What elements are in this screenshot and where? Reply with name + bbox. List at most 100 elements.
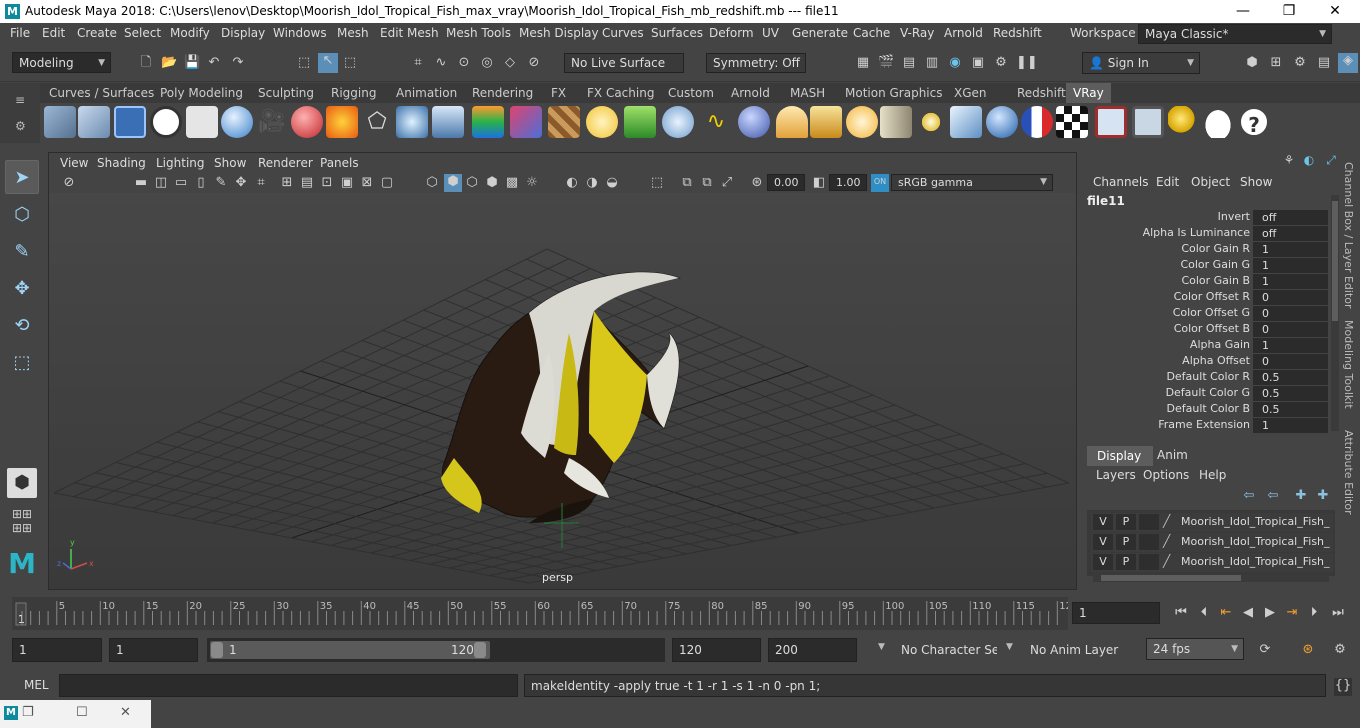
- step-back-frame-icon[interactable]: ⏴: [1196, 605, 1212, 621]
- menu-file[interactable]: File: [10, 26, 30, 40]
- vray-spot-light-icon[interactable]: [432, 106, 464, 138]
- layer-playback-toggle[interactable]: P: [1116, 514, 1136, 530]
- attribute-label[interactable]: Alpha Is Luminance: [1090, 226, 1250, 239]
- modeling-toolkit-icon[interactable]: ⬢: [1244, 55, 1260, 71]
- vray-checker-icon[interactable]: [1056, 106, 1088, 138]
- tab-fx[interactable]: FX: [544, 83, 573, 103]
- tab-curves-surfaces[interactable]: Curves / Surfaces: [42, 83, 161, 103]
- channel-menu-channels[interactable]: Channels: [1093, 175, 1149, 189]
- vray-scatter-icon[interactable]: [662, 106, 694, 138]
- tab-rendering[interactable]: Rendering: [465, 83, 540, 103]
- motion-blur-icon[interactable]: ⧉: [699, 175, 715, 191]
- vray-sun-light-icon[interactable]: [915, 106, 947, 138]
- vray-frame-buffer-icon[interactable]: [114, 106, 146, 138]
- menu-windows[interactable]: Windows: [273, 26, 327, 40]
- character-set-dropdown[interactable]: No Character Set: [894, 638, 998, 662]
- smooth-shading-icon[interactable]: ⬢: [444, 174, 462, 192]
- move-camera-icon[interactable]: ✥: [233, 175, 249, 191]
- play-forwards-icon[interactable]: ▶: [1262, 605, 1278, 621]
- menu-display[interactable]: Display: [221, 26, 265, 40]
- attribute-value-field[interactable]: 0: [1253, 290, 1328, 305]
- layer-visibility-toggle[interactable]: V: [1093, 534, 1113, 550]
- new-layer-icon[interactable]: ✚: [1293, 488, 1309, 504]
- undo-icon[interactable]: ↶: [206, 55, 222, 71]
- help-icon[interactable]: ?: [1238, 106, 1270, 138]
- vray-environment-fog-icon[interactable]: [738, 106, 770, 138]
- image-plane-icon[interactable]: ▭: [173, 175, 189, 191]
- step-back-key-icon[interactable]: ⇤: [1218, 605, 1234, 621]
- layer-menu-layers[interactable]: Layers: [1096, 468, 1136, 482]
- vray-log-icon[interactable]: [186, 106, 218, 138]
- vray-fire-icon[interactable]: [326, 106, 358, 138]
- layer-horizontal-scrollbar[interactable]: [1093, 574, 1329, 582]
- select-object-icon[interactable]: ↖: [318, 53, 338, 73]
- attribute-label[interactable]: Default Color B: [1090, 402, 1250, 415]
- layer-name[interactable]: Moorish_Idol_Tropical_Fish_: [1181, 515, 1331, 528]
- attribute-label[interactable]: Color Gain B: [1090, 274, 1250, 287]
- symmetry-dropdown[interactable]: Symmetry: Off: [706, 53, 806, 73]
- tab-anim[interactable]: Anim: [1157, 448, 1188, 462]
- channel-menu-edit[interactable]: Edit: [1156, 175, 1179, 189]
- channel-menu-show[interactable]: Show: [1240, 175, 1272, 189]
- anim-layer-dropdown[interactable]: No Anim Layer: [1023, 638, 1129, 662]
- tab-fx-caching[interactable]: FX Caching: [580, 83, 661, 103]
- menu-redshift[interactable]: Redshift: [993, 26, 1042, 40]
- redo-icon[interactable]: ↷: [230, 55, 246, 71]
- sign-in-dropdown[interactable]: 👤 Sign In ▼: [1082, 52, 1200, 74]
- step-forward-frame-icon[interactable]: ⏵: [1306, 605, 1322, 621]
- gamma-icon[interactable]: ◧: [811, 175, 827, 191]
- tab-arnold[interactable]: Arnold: [724, 83, 777, 103]
- layer-color-icon[interactable]: ╱: [1163, 554, 1170, 568]
- attribute-value-field[interactable]: off: [1253, 210, 1328, 225]
- animation-end-field[interactable]: 200: [768, 638, 857, 662]
- menu-curves[interactable]: Curves: [602, 26, 644, 40]
- attribute-label[interactable]: Default Color R: [1090, 370, 1250, 383]
- new-scene-icon[interactable]: 🗋: [138, 55, 154, 71]
- open-scene-icon[interactable]: 📂: [161, 55, 177, 71]
- xray-icon[interactable]: ◑: [584, 175, 600, 191]
- select-tool-icon[interactable]: ➤: [5, 160, 39, 194]
- minimize-button[interactable]: —: [1220, 0, 1266, 23]
- lights-icon[interactable]: ▩: [504, 175, 520, 191]
- channel-box-option-icon[interactable]: ⚘: [1281, 152, 1297, 168]
- restore-icon[interactable]: ❐: [22, 705, 34, 720]
- resolution-gate-icon[interactable]: ▯: [193, 175, 209, 191]
- gate-mask-icon[interactable]: ▢: [379, 175, 395, 191]
- layer-playback-toggle[interactable]: P: [1116, 534, 1136, 550]
- script-language-toggle[interactable]: MEL: [24, 678, 49, 692]
- layer-display-type[interactable]: [1139, 534, 1159, 550]
- hypershade-icon[interactable]: ◉: [947, 55, 963, 71]
- snap-grid-icon[interactable]: ⌗: [410, 55, 426, 71]
- range-slider[interactable]: 1 120: [207, 638, 665, 662]
- four-view-layout-icon[interactable]: ⊞⊞ ⊞⊞: [5, 507, 39, 537]
- script-editor-icon[interactable]: {}: [1334, 678, 1352, 696]
- perspective-scene[interactable]: y x z persp: [49, 193, 1076, 589]
- tab-xgen[interactable]: XGen: [947, 83, 994, 103]
- grease-pencil-icon[interactable]: ✎: [213, 175, 229, 191]
- layer-name[interactable]: Moorish_Idol_Tropical_Fish_: [1181, 555, 1331, 568]
- menu-generate[interactable]: Generate: [792, 26, 848, 40]
- menu-surfaces[interactable]: Surfaces: [651, 26, 703, 40]
- grid-icon[interactable]: ⌗: [253, 175, 269, 191]
- time-slider[interactable]: 1 51015202530354045505560657075808590951…: [12, 597, 1072, 630]
- textured-icon[interactable]: ⬢: [484, 175, 500, 191]
- tab-display[interactable]: Display: [1087, 446, 1153, 466]
- menu-edit-mesh[interactable]: Edit Mesh: [380, 26, 439, 40]
- vray-proxy-icon[interactable]: [548, 106, 580, 138]
- close-button[interactable]: ✕: [1312, 0, 1358, 23]
- vray-toon-icon[interactable]: [1021, 106, 1053, 138]
- wireframe-on-shaded-icon[interactable]: ⬡: [464, 175, 480, 191]
- chevron-down-icon[interactable]: ▼: [1006, 642, 1013, 652]
- xray-joints-icon[interactable]: ◒: [604, 175, 620, 191]
- auto-key-icon[interactable]: ⊛: [1300, 642, 1316, 658]
- tab-redshift[interactable]: Redshift: [1010, 83, 1073, 103]
- attribute-value-field[interactable]: 0: [1253, 306, 1328, 321]
- attribute-value-field[interactable]: 1: [1253, 418, 1328, 433]
- tab-animation[interactable]: Animation: [389, 83, 464, 103]
- attribute-label[interactable]: Color Offset B: [1090, 322, 1250, 335]
- ambient-occlusion-icon[interactable]: ⧉: [679, 175, 695, 191]
- vray-spot-cone-icon[interactable]: [880, 106, 912, 138]
- attribute-label[interactable]: Color Gain R: [1090, 242, 1250, 255]
- attribute-value-field[interactable]: 1: [1253, 274, 1328, 289]
- vray-sun-icon[interactable]: [586, 106, 618, 138]
